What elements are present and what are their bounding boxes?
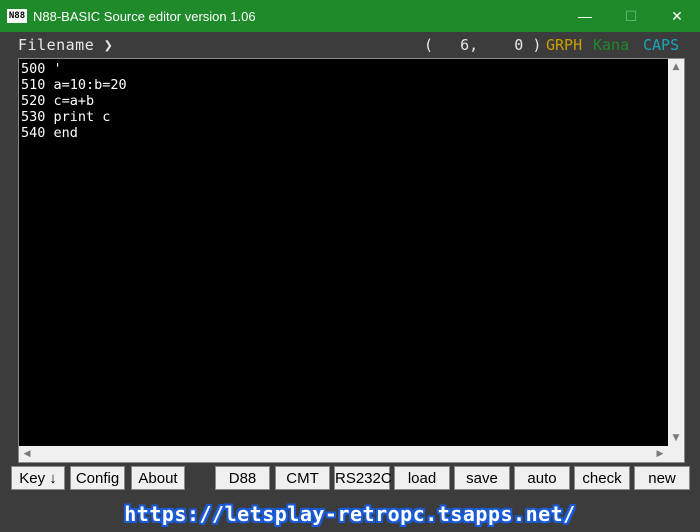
check-button[interactable]: check: [574, 466, 630, 490]
auto-button[interactable]: auto: [514, 466, 570, 490]
vertical-scrollbar[interactable]: ▲ ▼: [668, 59, 684, 446]
scroll-right-icon[interactable]: ▶: [652, 446, 668, 462]
d88-button[interactable]: D88: [215, 466, 270, 490]
source-editor[interactable]: 500 ' 510 a=10:b=20 520 c=a+b 530 print …: [18, 58, 685, 463]
title-bar: N88 N88-BASIC Source editor version 1.06…: [0, 0, 700, 32]
cmt-button[interactable]: CMT: [275, 466, 330, 490]
scroll-left-icon[interactable]: ◀: [19, 446, 35, 462]
load-button[interactable]: load: [394, 466, 450, 490]
filename-label[interactable]: Filename ❯: [18, 32, 113, 58]
button-bar: Key ↓ Config About D88 CMT RS232C load s…: [0, 466, 700, 492]
rs232c-button[interactable]: RS232C: [334, 466, 392, 490]
save-button[interactable]: save: [454, 466, 510, 490]
scroll-up-icon[interactable]: ▲: [668, 59, 684, 75]
close-button[interactable]: ✕: [654, 0, 700, 32]
config-button[interactable]: Config: [70, 466, 125, 490]
new-button[interactable]: new: [634, 466, 690, 490]
website-url: https://letsplay-retropc.tsapps.net/: [124, 502, 576, 526]
about-button[interactable]: About: [131, 466, 185, 490]
editor-text-area[interactable]: 500 ' 510 a=10:b=20 520 c=a+b 530 print …: [21, 61, 666, 445]
status-row: Filename ❯ ( 6, 0 ) GRPH Kana CAPS: [0, 32, 700, 58]
scroll-corner: [668, 446, 684, 462]
kana-indicator: Kana: [593, 36, 630, 54]
minimize-button[interactable]: —: [562, 0, 608, 32]
cursor-position: ( 6, 0 ): [424, 36, 542, 54]
app-icon: N88: [7, 9, 27, 23]
key-button[interactable]: Key ↓: [11, 466, 65, 490]
window-title: N88-BASIC Source editor version 1.06: [33, 8, 256, 24]
caps-indicator: CAPS: [643, 36, 680, 54]
grph-indicator: GRPH: [546, 36, 583, 54]
scroll-down-icon[interactable]: ▼: [668, 430, 684, 446]
maximize-button[interactable]: ☐: [608, 0, 654, 32]
horizontal-scrollbar[interactable]: ◀ ▶: [19, 446, 668, 462]
